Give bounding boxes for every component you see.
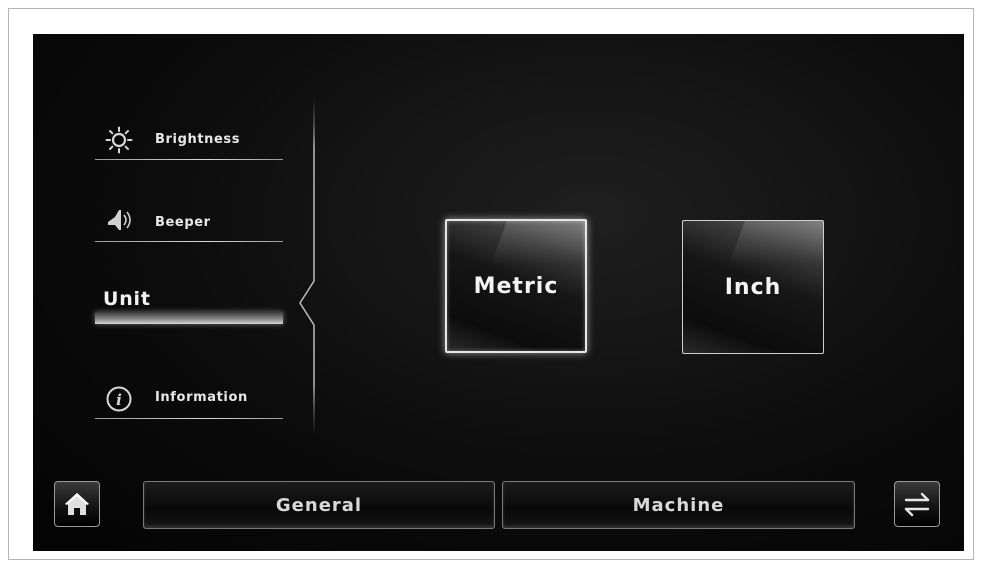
info-icon: i [106,386,132,412]
device-screen: Brightness Beeper Unit i Information Met… [33,34,964,551]
home-button[interactable] [54,481,100,527]
metric-button[interactable]: Metric [445,219,587,353]
sidebar-item-information[interactable]: i Information [95,355,283,419]
svg-text:i: i [116,391,122,409]
sidebar-item-label: Beeper [155,215,211,230]
inch-button[interactable]: Inch [682,220,824,354]
swap-button[interactable] [894,481,940,527]
sidebar-divider [95,241,283,242]
sidebar-item-label: Information [155,390,248,405]
sidebar-item-unit[interactable]: Unit [95,260,283,324]
tab-machine[interactable]: Machine [502,481,855,529]
active-indicator-bar [95,312,283,324]
metric-label: Metric [473,273,559,299]
sidebar-item-label: Unit [103,288,151,310]
sidebar-item-beeper[interactable]: Beeper [95,178,283,242]
home-icon [65,493,89,515]
sidebar-item-brightness[interactable]: Brightness [95,96,283,160]
tab-general-label: General [275,494,363,516]
inch-label: Inch [724,274,782,300]
tab-general[interactable]: General [143,481,495,529]
speaker-icon [108,210,131,230]
swap-arrows-icon [904,492,930,517]
sidebar-separator [299,96,315,436]
tab-machine-label: Machine [632,494,725,516]
sun-icon [105,126,133,154]
sidebar-divider [95,159,283,160]
sidebar-divider [95,418,283,419]
sidebar-item-label: Brightness [155,132,241,147]
